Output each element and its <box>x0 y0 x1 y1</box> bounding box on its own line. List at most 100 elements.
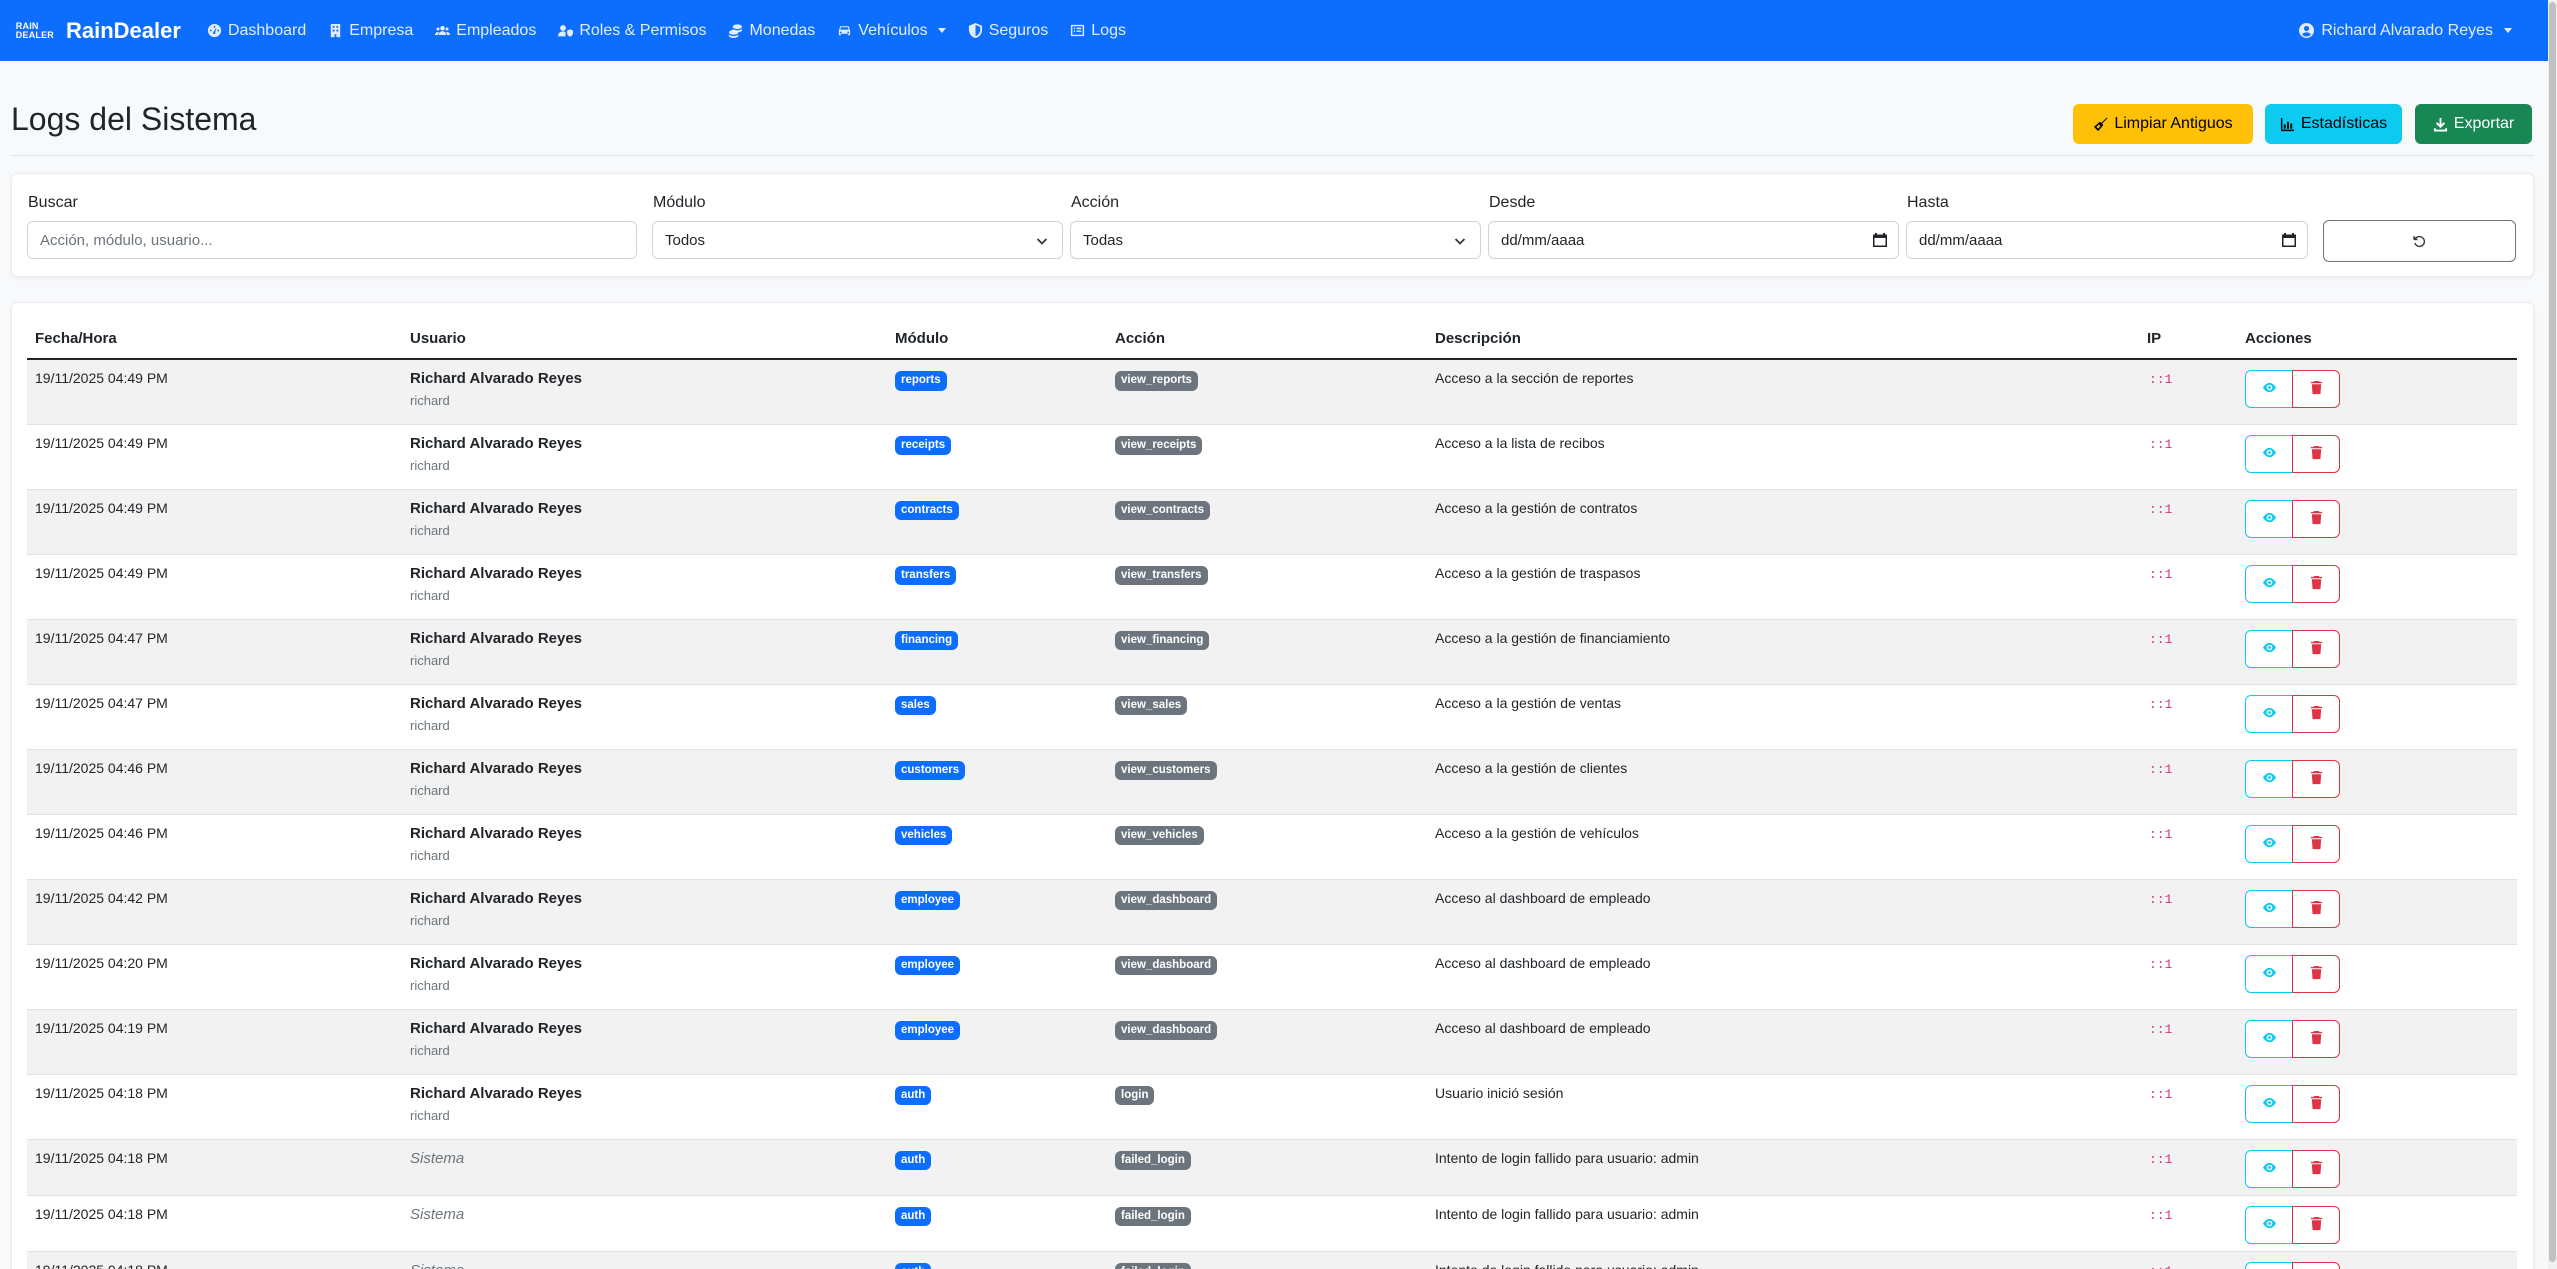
chevron-down-icon <box>1036 238 1048 245</box>
delete-log-button[interactable] <box>2292 889 2340 928</box>
nav-monedas[interactable]: Monedas <box>728 22 815 40</box>
delete-log-button[interactable] <box>2292 1261 2340 1269</box>
view-log-button[interactable] <box>2245 564 2293 603</box>
nav-logs[interactable]: Logs <box>1070 22 1126 40</box>
table-row: 19/11/2025 04:49 PM Richard Alvarado Reye… <box>27 359 2517 425</box>
delete-log-button[interactable] <box>2292 564 2340 603</box>
brand-name[interactable]: RainDealer <box>66 18 181 44</box>
nav-seguros[interactable]: Seguros <box>968 22 1048 40</box>
cell-date: 19/11/2025 04:18 PM <box>27 1074 402 1140</box>
cell-module: receipts <box>887 424 1107 490</box>
user-full-name: Richard Alvarado Reyes <box>410 889 583 907</box>
action-badge: view_dashboard <box>1115 955 1218 975</box>
action-badge: view_contracts <box>1115 500 1211 520</box>
delete-log-button[interactable] <box>2292 759 2340 798</box>
user-login: richard <box>410 522 450 538</box>
clean-old-button[interactable]: Limpiar Antiguos <box>2073 104 2253 144</box>
nav-empleados[interactable]: Empleados <box>435 22 536 40</box>
page-scrollbar[interactable] <box>2548 0 2557 1269</box>
rotate-left-icon <box>2413 234 2426 247</box>
delete-log-button[interactable] <box>2292 824 2340 863</box>
delete-log-button[interactable] <box>2292 434 2340 473</box>
cell-action: view_dashboard <box>1107 944 1427 1010</box>
nav-empresa[interactable]: Empresa <box>328 22 413 40</box>
delete-log-button[interactable] <box>2292 499 2340 538</box>
view-log-button[interactable] <box>2245 824 2293 863</box>
statistics-button[interactable]: Estadísticas <box>2265 104 2402 144</box>
cell-description: Acceso a la sección de reportes <box>1427 359 2139 425</box>
brand[interactable]: RAIN DEALER RainDealer <box>12 18 181 44</box>
module-select[interactable]: Todos <box>652 221 1063 259</box>
action-select[interactable]: Todas <box>1070 221 1481 259</box>
nav-roles-permisos[interactable]: Roles & Permisos <box>558 22 706 40</box>
ip-address: ::1 <box>2149 436 2173 452</box>
view-log-button[interactable] <box>2245 954 2293 993</box>
cell-ip: ::1 <box>2139 814 2237 880</box>
row-actions <box>2245 370 2509 408</box>
delete-log-button[interactable] <box>2292 1149 2340 1188</box>
user-login: richard <box>410 587 450 603</box>
action-badge: view_sales <box>1115 695 1188 715</box>
view-log-button[interactable] <box>2245 1261 2293 1269</box>
delete-log-button[interactable] <box>2292 629 2340 668</box>
gauge-icon <box>207 23 222 38</box>
action-badge: view_customers <box>1115 760 1217 780</box>
cell-action: view_transfers <box>1107 554 1427 620</box>
cell-user: Richard Alvarado Reyes richard <box>402 424 887 490</box>
delete-log-button[interactable] <box>2292 694 2340 733</box>
scrollbar-thumb[interactable] <box>2549 2 2556 1262</box>
delete-log-button[interactable] <box>2292 1084 2340 1123</box>
view-log-button[interactable] <box>2245 889 2293 928</box>
eye-icon <box>2262 575 2277 593</box>
view-log-button[interactable] <box>2245 1205 2293 1244</box>
search-label: Buscar <box>28 194 78 211</box>
view-log-button[interactable] <box>2245 370 2293 408</box>
view-log-button[interactable] <box>2245 1019 2293 1058</box>
user-menu-dropdown[interactable]: Richard Alvarado Reyes <box>2299 22 2512 40</box>
cell-action: failed_login <box>1107 1139 1427 1196</box>
calendar-icon[interactable] <box>1872 232 1888 248</box>
view-log-button[interactable] <box>2245 434 2293 473</box>
cell-ip: ::1 <box>2139 944 2237 1010</box>
search-input[interactable]: Acción, módulo, usuario... <box>27 221 637 259</box>
user-full-name: Richard Alvarado Reyes <box>410 759 583 777</box>
export-label: Exportar <box>2453 115 2515 132</box>
user-shield-icon <box>558 25 574 37</box>
ip-address: ::1 <box>2149 826 2173 842</box>
export-button[interactable]: Exportar <box>2415 104 2532 144</box>
to-date-input[interactable]: dd/mm/aaaa <box>1906 221 2308 259</box>
nav-vehiculos-dropdown[interactable]: Vehículos <box>837 21 946 40</box>
view-log-button[interactable] <box>2245 1149 2293 1188</box>
view-log-button[interactable] <box>2245 759 2293 798</box>
eye-icon <box>2262 770 2277 788</box>
cell-action: view_receipts <box>1107 424 1427 490</box>
user-login: richard <box>410 457 450 473</box>
cell-module: financing <box>887 619 1107 685</box>
cell-ip: ::1 <box>2139 424 2237 490</box>
view-log-button[interactable] <box>2245 1084 2293 1123</box>
chart-bar-icon <box>2280 117 2294 131</box>
nav-vehiculos-label: Vehículos <box>858 21 928 39</box>
table-row: 19/11/2025 04:20 PM Richard Alvarado Reye… <box>27 944 2517 1010</box>
delete-log-button[interactable] <box>2292 1205 2340 1244</box>
view-log-button[interactable] <box>2245 629 2293 668</box>
calendar-icon[interactable] <box>2281 232 2297 248</box>
ip-address: ::1 <box>2149 566 2173 582</box>
chevron-down-icon <box>1454 238 1466 245</box>
delete-log-button[interactable] <box>2292 370 2340 408</box>
logs-table: Fecha/Hora Usuario Módulo Acción Descrip… <box>27 319 2517 1269</box>
delete-log-button[interactable] <box>2292 1019 2340 1058</box>
view-log-button[interactable] <box>2245 499 2293 538</box>
from-date-input[interactable]: dd/mm/aaaa <box>1488 221 1899 259</box>
ip-address: ::1 <box>2149 631 2173 647</box>
delete-log-button[interactable] <box>2292 954 2340 993</box>
cell-user: Sistema <box>402 1139 887 1196</box>
cell-actions <box>2237 489 2517 555</box>
reset-filters-button[interactable] <box>2323 220 2516 262</box>
user-login: richard <box>410 782 450 798</box>
cell-ip: ::1 <box>2139 1074 2237 1140</box>
table-row: 19/11/2025 04:18 PM Sistema auth failed_log… <box>27 1195 2517 1252</box>
cell-description: Acceso a la gestión de financiamiento <box>1427 619 2139 685</box>
view-log-button[interactable] <box>2245 694 2293 733</box>
nav-dashboard[interactable]: Dashboard <box>207 22 306 40</box>
